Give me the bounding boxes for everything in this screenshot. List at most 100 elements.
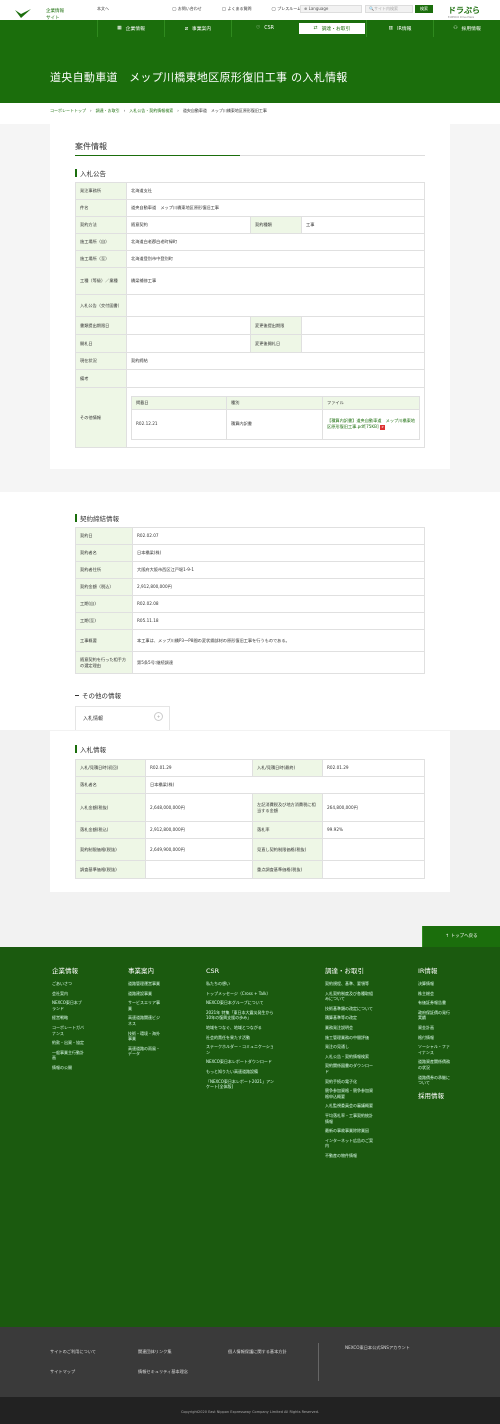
footer-link[interactable]: 格付情報 [418,1035,452,1041]
footer-link[interactable]: 競争参加資格・競争参加資格申込概要 [325,1088,373,1099]
nav-recruit[interactable]: ⚇ 採用情報 [433,20,500,37]
search-placeholder: サイト内検索 [373,6,398,11]
footer-link[interactable]: 政府保証債の発行実績 [418,1010,452,1021]
footer-link[interactable]: インターネット広告のご案内 [325,1138,373,1149]
footer-link[interactable]: 有価証券報告書 [418,1000,452,1006]
value-address: 大阪府大阪市西区江戸堀1-9-1 [132,561,425,579]
footer-link[interactable]: 最新の事故事業除除業因 [325,1128,373,1134]
footer-link[interactable]: コーポレートガバナンス [52,1025,84,1036]
footer-link[interactable]: 入札契約制度及び各種取組みについて [325,991,373,1002]
value-survey-price [145,860,253,879]
label-bid-amount: 入札金額(税抜) [75,793,146,822]
search-button[interactable]: 検索 [415,5,433,13]
footer-link[interactable]: 情報の公開 [52,1065,84,1071]
footer-link[interactable]: 技術・環境・海外事業 [128,1031,162,1042]
footer-link[interactable]: NEXCO東日本グループについて [206,1000,276,1006]
pdf-icon: P [380,425,385,430]
tab-bid-info[interactable]: 入札情報 + [75,706,170,730]
footer-link[interactable]: 株主総会 [418,991,452,997]
nav-csr[interactable]: ♡ CSR [231,20,298,37]
footer-link[interactable]: 私たちの想い [206,981,276,987]
footer-link[interactable]: 経営戦略 [52,1015,84,1021]
footer-link[interactable]: NEXCO東日本ブランド [52,1000,84,1011]
footer-link[interactable]: 道路建設事業 [128,991,162,997]
nav-company[interactable]: ▦ 企業情報 [97,20,164,37]
nav-procurement[interactable]: ⇄ 調達・お取引 [298,22,366,35]
footer-link[interactable]: 平均落札率・工事契約統計情報 [325,1113,373,1124]
contact-link[interactable]: ◯ お問い合わせ [172,6,212,12]
footer-link-privacy[interactable]: 個人情報保護に関する基本方針 [228,1349,287,1355]
label-period-to: 工期(至) [75,612,133,630]
footer-link[interactable]: 道路債券の承継について [418,1075,452,1086]
dorapura-banner[interactable]: ドラぷら E-NEXCO Drive Plaza [448,5,490,19]
footer-link[interactable]: 地域をつなぐ、地域とつながる [206,1025,276,1031]
value-period-from: R02.02.08 [132,595,425,613]
footer-link[interactable]: 道路管理運営事業 [128,981,162,987]
value-place-to: 北海道登別市中登別町 [126,250,425,268]
footer-link[interactable]: 「NEXCO東日本レポート2021」アンケート[全体版] [206,1079,276,1090]
footer-link[interactable]: 資金計画 [418,1025,452,1031]
footer-link[interactable]: サービスエリア事業 [128,1000,162,1011]
value-bid-last: R02.01.29 [322,759,425,777]
footer-link-security[interactable]: 情報セキュリティ基本理念 [138,1369,188,1375]
footer-link[interactable]: ステークホルダー・コミュニケーション [206,1044,276,1055]
footer-link[interactable]: 会社案内 [52,991,84,997]
footer-sns-link[interactable]: NEXCO東日本公式SNSアカウント [345,1345,410,1351]
footer-link[interactable]: 道路資産関係債務の状況 [418,1059,452,1070]
footer-col-title[interactable]: 調達・お取引 [325,967,373,976]
footer-link[interactable]: ごあいさつ [52,981,84,987]
value-deadline [126,316,251,335]
footer-link[interactable]: 社会的責任を果たす活動 [206,1035,276,1041]
footer-link-related[interactable]: 関連団体リンク集 [138,1349,172,1355]
footer-link[interactable]: 技術基準類の改定について [325,1006,373,1012]
other-info-cell: 掲載日 種別 ファイル R02.12.21 積算内訳書 【積算内訳書】道央自動車道 メッ… [126,387,425,448]
nav-label: IR情報 [397,27,412,32]
footer-link[interactable]: 契約規程、基準、要領等 [325,981,373,987]
footer-link[interactable]: 約款・出資・協定 [52,1040,84,1046]
footer-link[interactable]: 2021年 特集「東日本大震災発生から10年の復興支援の歩み」 [206,1010,276,1021]
footer-link[interactable]: 高速道路の雨風・データ [128,1046,162,1057]
footer-link[interactable]: 決算情報 [418,981,452,987]
footer-link-terms[interactable]: サイトのご利用について [50,1349,96,1355]
main-nav: ▦ 企業情報 ⧄ 事業案内 ♡ CSR ⇄ 調達・お取引 ▥ IR情報 ⚇ 採用情報 [97,20,500,37]
nav-ir[interactable]: ▥ IR情報 [366,20,433,37]
footer-link[interactable]: 発注の見通し [325,1044,373,1050]
footer-col-title[interactable]: IR情報 [418,967,452,976]
footer-link[interactable]: 積算基準等の改定 [325,1015,373,1021]
footer-col-title-recruit[interactable]: 採用情報 [418,1092,452,1101]
search-input[interactable]: 🔍サイト内検索 [365,5,413,13]
footer-link[interactable]: 入札監視委員会の審議概要 [325,1103,373,1109]
footer-link[interactable]: 契約関係図書のダウンロード [325,1063,373,1074]
breadcrumb-procurement[interactable]: 調達・お取引 [96,108,120,114]
footer-link[interactable]: NEXCO東日本レポートダウンロード [206,1059,276,1065]
footer-col-title[interactable]: 事業案内 [128,967,162,976]
value-period-to: R05.11.18 [132,612,425,630]
footer-link[interactable]: トップメッセージ（Cross + Talk） [206,991,276,997]
heading-bar [75,514,77,522]
file-link-text[interactable]: 【積算内訳書】道央自動車道 メップ川橋東地区原形復旧工事.pdf[75KB] [327,418,415,429]
language-select[interactable]: ⊕ Language [300,5,362,13]
nav-business[interactable]: ⧄ 事業案内 [164,20,231,37]
footer-link[interactable]: 一般事業主行動計画 [52,1050,84,1061]
breadcrumb-top[interactable]: コーポレートトップ [50,108,86,114]
skip-to-content-link[interactable]: 本文へ [97,6,109,12]
heading-text: 入札情報 [80,746,106,754]
footer-link-sitemap[interactable]: サイトマップ [50,1369,75,1375]
footer-link[interactable]: 高速道路関連ビジネス [128,1015,162,1026]
footer-link[interactable]: ソーシャル・ファイナンス [418,1044,452,1055]
footer-link[interactable]: 入札公告・契約情報検索 [325,1054,373,1060]
footer-link[interactable]: 契約手続の電子化 [325,1079,373,1085]
breadcrumb: コーポレートトップ › 調達・お取引 › 入札公告・契約情報検索 › 道央自動車道 メ… [50,108,267,114]
footer-link[interactable]: 施工管理業務の中間評価 [325,1035,373,1041]
back-to-top-button[interactable]: ↑ トップへ戻る [422,926,500,947]
label-opening: 開札日 [75,334,127,353]
footer-col-title[interactable]: 企業情報 [52,967,84,976]
footer-col-title[interactable]: CSR [206,967,276,976]
toggle-icon[interactable]: + [154,712,163,721]
faq-link[interactable]: ◯ よくある質問 [222,6,262,12]
footer-link[interactable]: 不動産の物件情報 [325,1153,373,1159]
footer-link[interactable]: もっと知りたい高速道路設備 [206,1069,276,1075]
file-link[interactable]: 【積算内訳書】道央自動車道 メップ川橋東地区原形復旧工事.pdf[75KB] P [322,408,420,440]
footer-link[interactable]: 業務発注説明会 [325,1025,373,1031]
breadcrumb-search[interactable]: 入札公告・契約情報検索 [129,108,173,114]
